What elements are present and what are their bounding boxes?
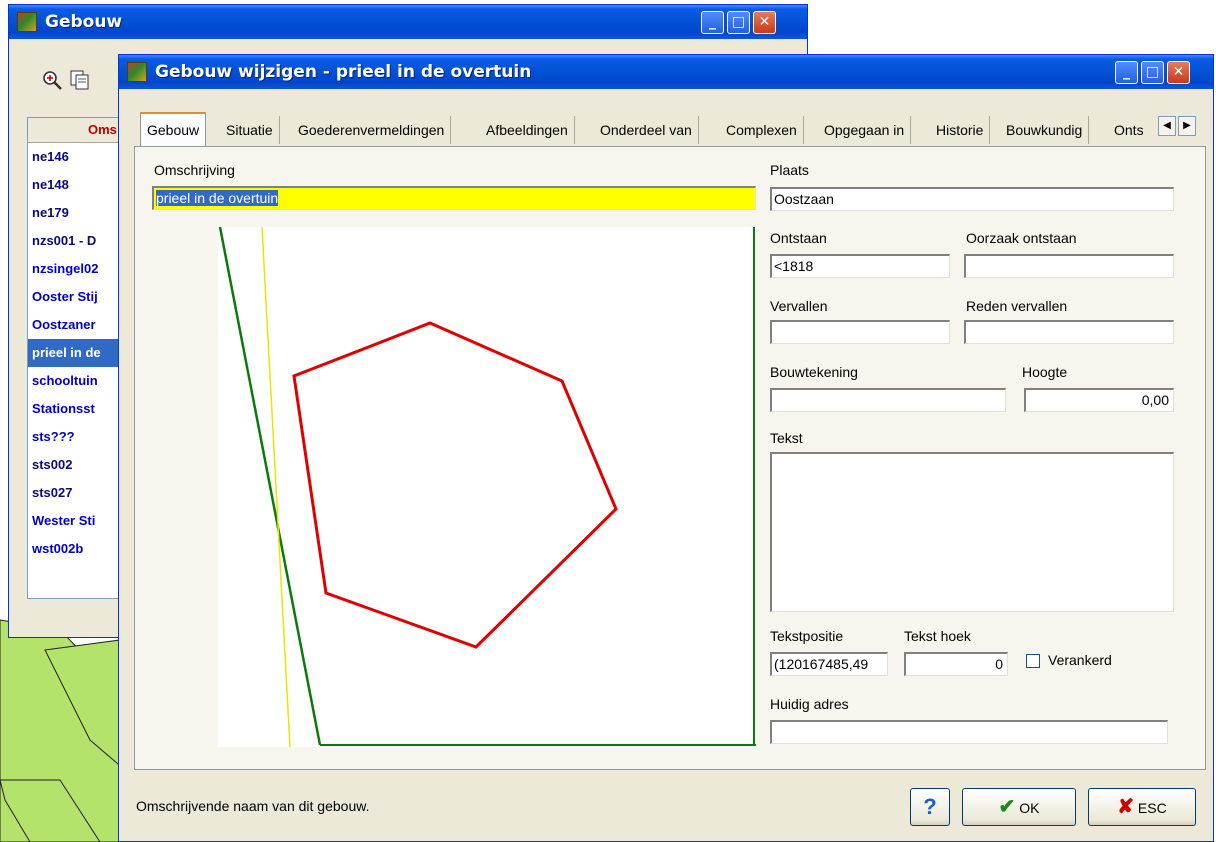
ontstaan-label: Ontstaan (770, 230, 827, 246)
tab-bar: Gebouw Situatie Goederenvermeldingen Afb… (134, 112, 1204, 148)
tab-scroll-left-button[interactable]: ◀ (1158, 116, 1176, 136)
vervallen-field[interactable] (770, 320, 950, 344)
close-button[interactable]: ✕ (1167, 61, 1190, 84)
tab-opgegaan-in[interactable]: Opgegaan in (818, 116, 912, 144)
list-item[interactable]: sts??? (28, 423, 126, 451)
list-item[interactable]: prieel in de (28, 339, 126, 367)
oorzaak-ontstaan-field[interactable] (964, 254, 1174, 278)
list-header[interactable]: Oms (28, 118, 126, 143)
help-icon: ? (923, 794, 937, 819)
back-window-title: Gebouw (45, 12, 123, 32)
tab-bouwkundig[interactable]: Bouwkundig (1000, 116, 1090, 144)
list-item[interactable]: Oostzaner (28, 311, 126, 339)
list-item[interactable]: ne179 (28, 199, 126, 227)
omschrijving-field[interactable]: prieel in de overtuin (152, 186, 756, 210)
huidig-adres-label: Huidig adres (770, 696, 849, 712)
esc-label: ESC (1137, 800, 1167, 816)
verankerd-checkbox[interactable] (1026, 654, 1040, 668)
yellow-line (261, 227, 291, 747)
tekst-label: Tekst (770, 430, 803, 446)
huidig-adres-field[interactable] (770, 720, 1168, 744)
list-item[interactable]: sts027 (28, 479, 126, 507)
back-window-titlebar[interactable]: Gebouw _ □ ✕ (9, 5, 807, 39)
list-item[interactable]: ne148 (28, 171, 126, 199)
tekst-hoek-field[interactable]: 0 (904, 652, 1008, 676)
omschrijving-label: Omschrijving (154, 162, 235, 178)
list-item[interactable]: Stationsst (28, 395, 126, 423)
maximize-button[interactable]: □ (1141, 61, 1164, 84)
list-item[interactable]: sts002 (28, 451, 126, 479)
esc-button[interactable]: ✘ ESC (1088, 788, 1196, 826)
tekst-textarea[interactable] (770, 452, 1174, 612)
building-list[interactable]: Oms ne146 ne148 ne179 nzs001 - Dnzsingel02 O… (27, 117, 127, 599)
tab-afbeeldingen[interactable]: Afbeeldingen (480, 116, 575, 144)
dialog-titlebar[interactable]: Gebouw wijzigen - prieel in de overtuin … (119, 55, 1213, 89)
help-button[interactable]: ? (910, 788, 950, 826)
verankerd-label[interactable]: Verankerd (1048, 652, 1112, 668)
tab-situatie[interactable]: Situatie (220, 116, 280, 144)
bouwtekening-field[interactable] (770, 388, 1006, 412)
maximize-button[interactable]: □ (727, 11, 750, 34)
list-item[interactable]: wst002b (28, 535, 126, 563)
plaats-label: Plaats (770, 162, 809, 178)
tekstpositie-field[interactable]: (120167485,49 (770, 652, 888, 676)
list-item[interactable]: nzs001 - D (28, 227, 126, 255)
building-preview[interactable] (218, 227, 756, 747)
status-hint: Omschrijvende naam van dit gebouw. (136, 798, 370, 814)
ontstaan-field[interactable]: <1818 (770, 254, 950, 278)
minimize-button[interactable]: _ (1115, 61, 1138, 84)
dialog-title: Gebouw wijzigen - prieel in de overtuin (155, 62, 532, 82)
oorzaak-ontstaan-label: Oorzaak ontstaan (966, 230, 1077, 246)
list-item[interactable]: schooltuin (28, 367, 126, 395)
reden-vervallen-field[interactable] (964, 320, 1174, 344)
omschrijving-value: prieel in de overtuin (156, 190, 279, 206)
checkmark-icon: ✔ (998, 796, 1016, 818)
minimize-button[interactable]: _ (701, 11, 724, 34)
copy-icon[interactable] (69, 69, 91, 91)
tab-historie[interactable]: Historie (930, 116, 991, 144)
tekstpositie-label: Tekstpositie (770, 628, 844, 644)
green-boundary-line (218, 227, 322, 746)
bouwtekening-label: Bouwtekening (770, 364, 858, 380)
tab-gebouw[interactable]: Gebouw (140, 112, 207, 148)
ok-label: OK (1019, 800, 1040, 816)
tab-onderdeel-van[interactable]: Onderdeel van (594, 116, 699, 144)
tab-ontstaan[interactable]: Onts (1108, 116, 1144, 144)
tekst-hoek-label: Tekst hoek (904, 628, 971, 644)
hoogte-label: Hoogte (1022, 364, 1068, 380)
building-outline (292, 321, 618, 649)
list-item[interactable]: ne146 (28, 143, 126, 171)
close-button[interactable]: ✕ (753, 11, 776, 34)
app-icon (127, 62, 147, 82)
x-icon: ✘ (1117, 796, 1135, 818)
tab-scroll-right-button[interactable]: ▶ (1178, 116, 1196, 136)
ok-button[interactable]: ✔ OK (962, 788, 1076, 826)
reden-vervallen-label: Reden vervallen (966, 298, 1068, 314)
list-item[interactable]: nzsingel02 (28, 255, 126, 283)
tab-complexen[interactable]: Complexen (720, 116, 804, 144)
tab-goederenvermeldingen[interactable]: Goederenvermeldingen (292, 116, 452, 144)
app-icon (17, 12, 37, 32)
vervallen-label: Vervallen (770, 298, 828, 314)
zoom-in-icon[interactable] (41, 69, 63, 91)
list-item[interactable]: Ooster Stij (28, 283, 126, 311)
list-item[interactable]: Wester Sti (28, 507, 126, 535)
hoogte-field[interactable]: 0,00 (1024, 388, 1174, 412)
plaats-field[interactable]: Oostzaan (770, 187, 1174, 211)
